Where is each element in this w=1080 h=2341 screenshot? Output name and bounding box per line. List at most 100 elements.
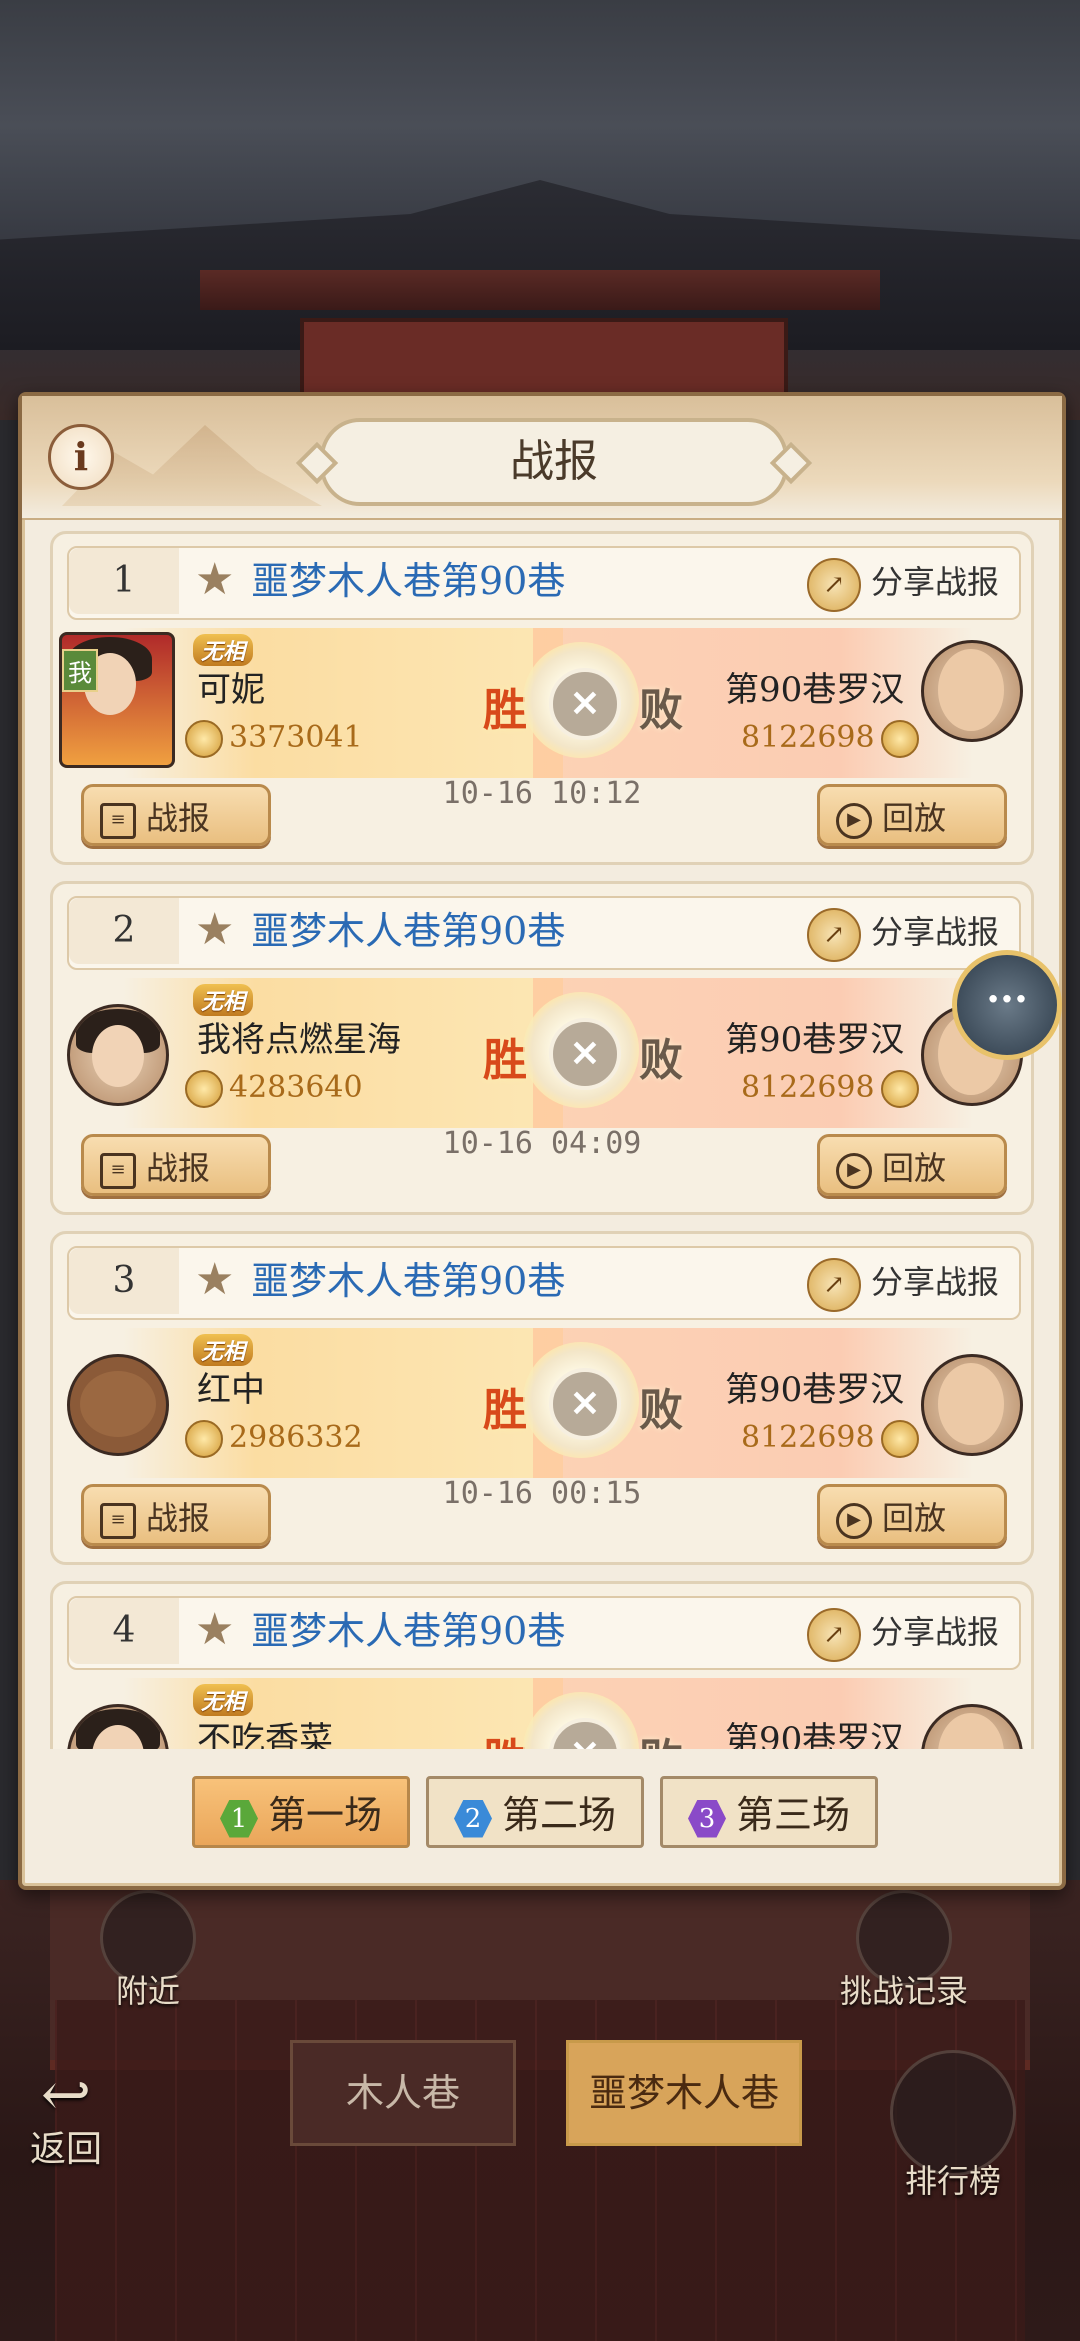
list-icon: ≡ <box>100 1502 136 1539</box>
share-button[interactable]: ↗ 分享战报 <box>806 1254 999 1312</box>
left-player-name: 我将点燃星海 <box>197 1020 401 1060</box>
play-icon: ▶ <box>836 1152 872 1189</box>
right-power: 8122698 <box>741 1070 925 1108</box>
lose-label: 败 <box>639 1724 683 1749</box>
coin-icon <box>185 1420 223 1458</box>
replay-button[interactable]: ▶ 回放 <box>817 784 1007 846</box>
crossed-swords-icon: ✕ <box>549 1018 621 1090</box>
right-player-name: 第90巷罗汉 <box>725 1020 905 1060</box>
opponent-avatar[interactable] <box>921 1354 1023 1456</box>
player-avatar[interactable] <box>67 1354 169 1456</box>
report-button[interactable]: ≡ 战报 <box>81 1484 271 1546</box>
tab-normal-lane[interactable]: 木人巷 <box>290 2040 516 2146</box>
left-player-name: 红中 <box>197 1370 265 1410</box>
record-card: 1 ★ 噩梦木人巷第90巷 ↗ 分享战报 我 无相 可妮 3373041 胜 ✕ … <box>50 531 1034 865</box>
win-label: 胜 <box>483 685 527 736</box>
right-player-name: 第90巷罗汉 <box>725 1720 905 1749</box>
list-icon: ≡ <box>100 802 136 839</box>
round-tabs: 1 第一场 2 第二场 3 第三场 <box>192 1776 912 1852</box>
round-number-badge: 3 <box>687 1799 726 1838</box>
replay-button[interactable]: ▶ 回放 <box>817 1484 1007 1546</box>
self-tag: 我 <box>62 649 98 692</box>
opponent-avatar[interactable] <box>921 640 1023 742</box>
back-button[interactable]: ↩ 返回 <box>30 2065 103 2172</box>
share-label: 分享战报 <box>870 913 999 951</box>
nearby-label: 附近 <box>115 1972 180 2010</box>
record-header: 1 ★ 噩梦木人巷第90巷 ↗ 分享战报 <box>67 546 1021 620</box>
tab-round-3[interactable]: 3 第三场 <box>660 1776 878 1848</box>
win-label: 胜 <box>483 1724 527 1749</box>
share-icon: ↗ <box>806 1257 861 1312</box>
vs-emblem: ✕ <box>523 992 639 1108</box>
vs-emblem: ✕ <box>523 642 639 758</box>
share-label: 分享战报 <box>870 1613 999 1651</box>
share-icon: ↗ <box>806 557 861 612</box>
self-avatar[interactable]: 我 <box>59 632 175 768</box>
record-rank: 1 <box>69 548 179 614</box>
report-button[interactable]: ≡ 战报 <box>81 784 271 846</box>
coin-icon <box>185 1070 223 1108</box>
challenge-log-label: 挑战记录 <box>840 1972 969 2010</box>
star-icon: ★ <box>195 1604 235 1655</box>
record-card: 4 ★ 噩梦木人巷第90巷 ↗分享战报 无相 不吃香菜 胜 ✕ 败 第90巷罗汉 <box>50 1581 1034 1749</box>
record-header: 3 ★ 噩梦木人巷第90巷 ↗ 分享战报 <box>67 1246 1021 1320</box>
record-rank: 2 <box>69 898 179 964</box>
star-icon: ★ <box>195 1254 235 1305</box>
report-button[interactable]: ≡ 战报 <box>81 1134 271 1196</box>
record-list[interactable]: 1 ★ 噩梦木人巷第90巷 ↗ 分享战报 我 无相 可妮 3373041 胜 ✕ … <box>50 531 1034 1749</box>
lose-label: 败 <box>639 1035 683 1086</box>
record-card: 3 ★ 噩梦木人巷第90巷 ↗ 分享战报 无相 红中 2986332 胜 ✕ 败 … <box>50 1231 1034 1565</box>
share-button[interactable]: ↗ 分享战报 <box>806 904 999 962</box>
replay-button[interactable]: ▶ 回放 <box>817 1134 1007 1196</box>
right-power: 8122698 <box>741 720 925 758</box>
panel-title: 战报 <box>320 418 788 506</box>
share-icon: ↗ <box>806 1607 861 1662</box>
tab-normal-label: 木人巷 <box>345 2071 460 2115</box>
tab-label: 第三场 <box>735 1793 850 1837</box>
battle-report-panel: i 战报 1 ★ 噩梦木人巷第90巷 ↗ 分享战报 我 无相 可妮 3373041 <box>18 392 1066 1890</box>
leaderboard-label: 排行榜 <box>904 2162 1001 2200</box>
record-card: 2 ★ 噩梦木人巷第90巷 ↗ 分享战报 无相 我将点燃星海 4283640 胜 … <box>50 881 1034 1215</box>
list-icon: ≡ <box>100 1152 136 1189</box>
stage-name: 噩梦木人巷第90巷 <box>251 559 566 603</box>
tab-label: 第二场 <box>501 1793 616 1837</box>
tab-round-1[interactable]: 1 第一场 <box>192 1776 410 1848</box>
leaderboard-icon <box>890 2050 1016 2176</box>
coin-icon <box>880 1420 919 1458</box>
share-label: 分享战报 <box>870 1263 999 1301</box>
lose-label: 败 <box>639 1385 683 1436</box>
record-header: 4 ★ 噩梦木人巷第90巷 ↗ 分享战报 <box>67 1596 1021 1670</box>
lose-label: 败 <box>639 685 683 736</box>
tab-round-2[interactable]: 2 第二场 <box>426 1776 644 1848</box>
stage-name: 噩梦木人巷第90巷 <box>251 1259 566 1303</box>
crossed-swords-icon: ✕ <box>549 1718 621 1749</box>
leaderboard-button[interactable]: 排行榜 <box>890 2050 1016 2202</box>
tab-nightmare-lane[interactable]: 噩梦木人巷 <box>566 2040 802 2146</box>
play-icon: ▶ <box>836 802 872 839</box>
share-label: 分享战报 <box>870 563 999 601</box>
back-label: 返回 <box>30 2129 103 2170</box>
share-button[interactable]: ↗ 分享战报 <box>806 554 999 612</box>
left-power: 2986332 <box>179 1420 363 1458</box>
coin-icon <box>185 720 223 758</box>
battle-row: 无相 不吃香菜 胜 ✕ 败 第90巷罗汉 <box>53 1678 1031 1749</box>
chat-icon[interactable]: ··· <box>952 950 1062 1060</box>
left-player-name: 可妮 <box>197 670 265 710</box>
challenge-log-button[interactable]: 挑战记录 <box>840 1890 968 2012</box>
round-number-badge: 2 <box>453 1799 492 1838</box>
left-power: 3373041 <box>179 720 363 758</box>
info-icon[interactable]: i <box>48 424 114 490</box>
nearby-button[interactable]: 附近 <box>100 1890 196 2012</box>
tab-nightmare-label: 噩梦木人巷 <box>588 2071 779 2115</box>
share-button[interactable]: ↗ 分享战报 <box>806 1604 999 1662</box>
record-header: 2 ★ 噩梦木人巷第90巷 ↗ 分享战报 <box>67 896 1021 970</box>
left-player-name: 不吃香菜 <box>197 1720 333 1749</box>
tab-label: 第一场 <box>267 1793 382 1837</box>
vs-emblem: ✕ <box>523 1342 639 1458</box>
coin-icon <box>880 1070 919 1108</box>
star-icon: ★ <box>195 554 235 605</box>
panel-header: i 战报 <box>22 396 1062 520</box>
player-avatar[interactable] <box>67 1004 169 1106</box>
battle-row: 无相 我将点燃星海 4283640 胜 ✕ 败 第90巷罗汉 8122698 <box>53 978 1031 1128</box>
right-power: 8122698 <box>741 1420 925 1458</box>
